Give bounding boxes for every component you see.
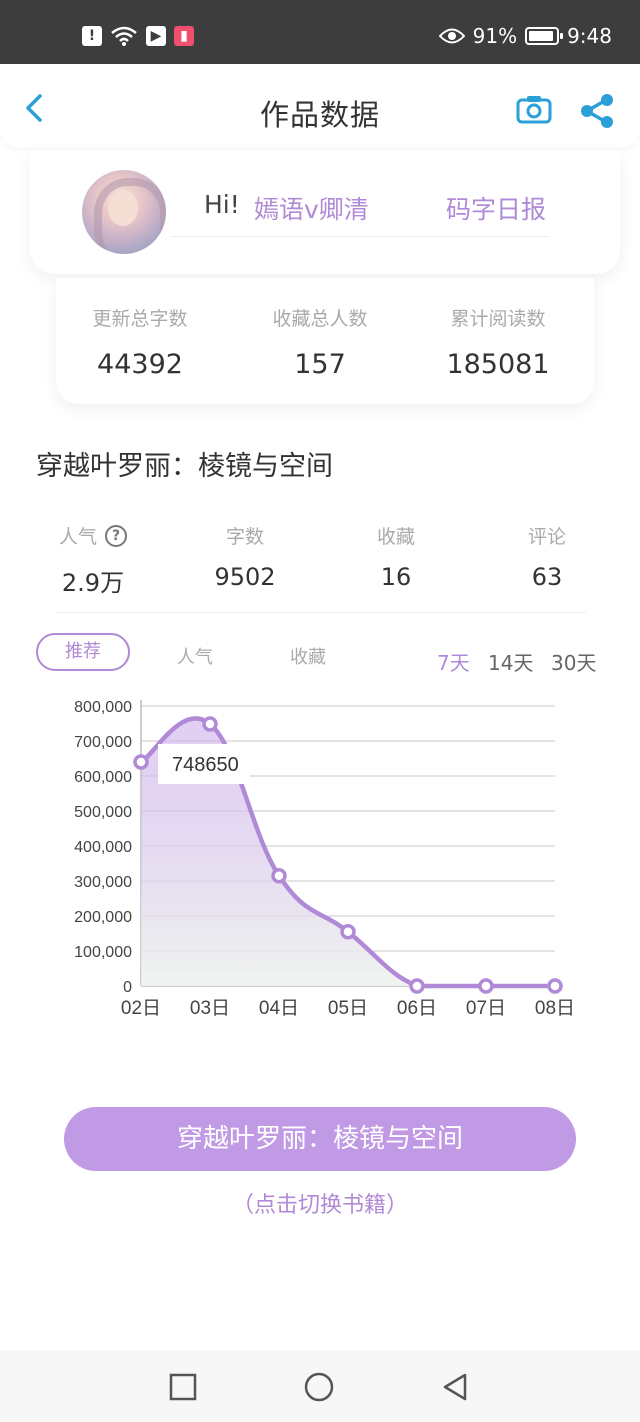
camera-icon[interactable] [516, 94, 552, 124]
x-tick-label: 06日 [397, 998, 437, 1019]
status-icons-left: ! ▶ ▮ [82, 26, 194, 46]
range-14-days[interactable]: 14天 [488, 647, 533, 676]
greeting: Hi! [204, 190, 240, 219]
data-point[interactable] [340, 924, 356, 940]
clock: 9:48 [567, 24, 612, 48]
y-tick-label: 200,000 [74, 909, 132, 926]
data-point[interactable] [271, 868, 287, 884]
metric-label: 收藏 [376, 526, 415, 548]
metric-value: 9502 [214, 563, 276, 591]
author-name: 嫣语v卿清 [254, 195, 369, 224]
chart-tooltip: 748650 [158, 743, 250, 784]
back-triangle-icon[interactable] [440, 1372, 470, 1402]
help-icon[interactable]: ? [105, 524, 127, 547]
stat-label: 收藏总人数 [272, 308, 368, 330]
x-tick-label: 02日 [121, 998, 161, 1019]
y-tick-label: 100,000 [74, 944, 132, 961]
avatar[interactable] [82, 170, 166, 254]
alert-icon: ! [82, 26, 102, 46]
battery-percent: 91% [472, 24, 518, 48]
metric-words: 字数 9502 [180, 522, 310, 591]
switch-book-button[interactable]: 穿越叶罗丽：棱镜与空间 [64, 1107, 576, 1171]
y-tick-label: 500,000 [74, 804, 132, 821]
total-favorites: 收藏总人数 157 [230, 304, 410, 380]
switch-book-hint[interactable]: （点击切换书籍） [0, 1187, 640, 1219]
x-tick-label: 04日 [259, 998, 299, 1019]
y-tick-label: 0 [123, 979, 132, 996]
metric-comments: 评论 63 [482, 522, 612, 591]
daily-report-link[interactable]: 码字日报 [446, 190, 546, 226]
tooltip-value: 748650 [172, 754, 239, 776]
stat-value: 157 [294, 349, 346, 380]
data-point[interactable] [202, 716, 218, 732]
battery-icon [525, 27, 564, 45]
stat-label: 累计阅读数 [450, 308, 546, 330]
totals-card: 更新总字数 44392 收藏总人数 157 累计阅读数 185081 [56, 278, 594, 404]
metric-popularity: 人气 ? 2.9万 [28, 522, 158, 598]
book-title: 穿越叶罗丽：棱镜与空间 [36, 451, 333, 482]
metric-label: 字数 [225, 526, 264, 548]
metric-value: 63 [531, 563, 563, 591]
y-tick-label: 400,000 [74, 839, 132, 856]
stat-label: 更新总字数 [92, 308, 188, 330]
metric-label: 评论 [527, 526, 566, 548]
recents-icon[interactable] [168, 1372, 198, 1402]
metric-label: 人气 [58, 526, 97, 548]
system-nav-bar [0, 1350, 640, 1422]
share-icon[interactable] [578, 92, 616, 130]
metric-value: 2.9万 [61, 569, 125, 597]
app-notification-icon: ▶ [146, 26, 166, 46]
data-point[interactable] [409, 978, 425, 994]
metric-favorites: 收藏 16 [331, 522, 461, 591]
x-tick-label: 05日 [328, 998, 368, 1019]
data-point[interactable] [547, 978, 563, 994]
book-app-icon: ▮ [174, 26, 194, 46]
stat-value: 185081 [446, 349, 550, 380]
range-7-days[interactable]: 7天 [437, 647, 470, 676]
metric-value: 16 [380, 563, 412, 591]
trend-chart: 0 100,000 200,000 300,000 400,000 500,000 600,… [74, 699, 575, 1019]
divider [56, 612, 586, 613]
wifi-icon [111, 26, 137, 46]
data-point[interactable] [478, 978, 494, 994]
total-reads: 累计阅读数 185081 [408, 304, 588, 380]
app-header: 作品数据 [0, 64, 640, 148]
y-tick-label: 700,000 [74, 734, 132, 751]
status-icons-right: 91% 9:48 [438, 24, 612, 48]
stat-value: 44392 [97, 349, 183, 380]
status-bar: ! ▶ ▮ 91% 9:48 [0, 0, 640, 64]
total-words: 更新总字数 44392 [50, 304, 230, 380]
profile-card: Hi! 嫣语v卿清 码字日报 [30, 150, 620, 274]
x-tick-label: 08日 [535, 998, 575, 1019]
tab-recommend[interactable]: 推荐 [36, 633, 130, 671]
divider [170, 236, 550, 237]
y-tick-label: 300,000 [74, 874, 132, 891]
x-tick-label: 07日 [466, 998, 506, 1019]
page: ! ▶ ▮ 91% 9:48 作品数据 Hi! 嫣语v卿清 码字日报 更新总字数… [0, 0, 640, 1422]
data-point[interactable] [133, 754, 149, 770]
eye-icon [438, 28, 465, 44]
range-30-days[interactable]: 30天 [551, 647, 596, 676]
tab-favorites[interactable]: 收藏 [290, 643, 326, 669]
y-tick-label: 800,000 [74, 699, 132, 716]
y-tick-label: 600,000 [74, 769, 132, 786]
home-icon[interactable] [304, 1372, 334, 1402]
x-tick-label: 03日 [190, 998, 230, 1019]
tab-popularity[interactable]: 人气 [177, 643, 213, 669]
